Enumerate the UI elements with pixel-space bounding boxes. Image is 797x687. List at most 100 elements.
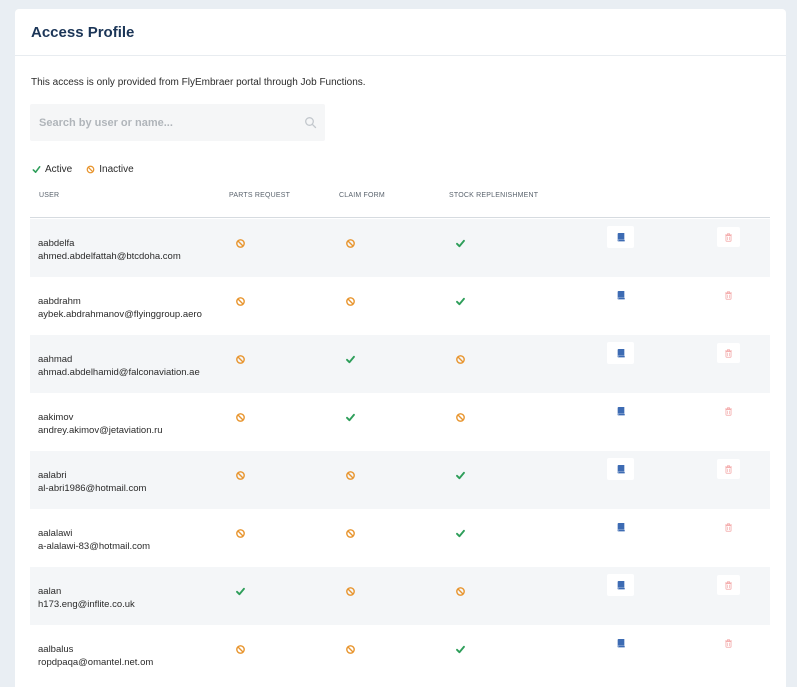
parts-request-status-check-icon [235,584,246,596]
user-cell: aabdrahm aybek.abdrahmanov@flyinggroup.ae… [38,295,202,321]
delete-button[interactable] [717,633,740,653]
delete-button[interactable] [717,343,740,363]
parts-request-status-ban-icon [235,352,246,364]
username: aakimov [38,412,74,423]
trash-icon [724,464,733,474]
access-profile-card: Access Profile This access is only provi… [15,9,786,687]
parts-request-status-ban-icon [235,526,246,538]
user-email: ahmad.abdelhamid@falconaviation.ae [38,367,200,378]
table-row: aabdrahm aybek.abdrahmanov@flyinggroup.ae… [30,277,770,335]
legend-inactive: Inactive [86,164,134,175]
column-header-user: USER [39,192,60,199]
parts-request-status-ban-icon [235,236,246,248]
user-cell: aahmad ahmad.abdelhamid@falconaviation.ae [38,353,200,379]
user-email: al-abri1986@hotmail.com [38,483,147,494]
table-row: aabdelfa ahmed.abdelfattah@btcdoha.com [30,219,770,277]
delete-button[interactable] [717,575,740,595]
user-email: ahmed.abdelfattah@btcdoha.com [38,251,181,262]
user-email: h173.eng@inflite.co.uk [38,599,135,610]
claim-form-status-check-icon [345,410,356,422]
search-icon[interactable] [304,116,317,129]
table-row: aalan h173.eng@inflite.co.uk [30,567,770,625]
table-row: aahmad ahmad.abdelhamid@falconaviation.ae [30,335,770,393]
claim-form-status-check-icon [345,352,356,364]
user-cell: aalbalus ropdpaqa@omantel.net.om [38,643,153,669]
edit-button[interactable] [607,632,634,654]
claim-form-status-ban-icon [345,526,356,538]
book-icon [616,232,626,242]
delete-button[interactable] [717,285,740,305]
stock-replenishment-status-check-icon [455,526,466,538]
trash-icon [724,580,733,590]
book-icon [616,348,626,358]
trash-icon [724,348,733,358]
username: aabdrahm [38,296,81,307]
column-header-parts-request: PARTS REQUEST [229,192,291,199]
edit-button[interactable] [607,342,634,364]
book-icon [616,406,626,416]
username: aabdelfa [38,238,75,249]
delete-button[interactable] [717,517,740,537]
edit-button[interactable] [607,516,634,538]
page-title: Access Profile [31,24,135,41]
claim-form-status-ban-icon [345,642,356,654]
trash-icon [724,232,733,242]
claim-form-status-ban-icon [345,236,356,248]
stock-replenishment-status-ban-icon [455,352,466,364]
user-email: a-alalawi-83@hotmail.com [38,541,151,552]
delete-button[interactable] [717,459,740,479]
book-icon [616,638,626,648]
claim-form-status-ban-icon [345,468,356,480]
table-row: aalabri al-abri1986@hotmail.com [30,451,770,509]
parts-request-status-ban-icon [235,294,246,306]
search-box [30,104,325,141]
user-cell: aalabri al-abri1986@hotmail.com [38,469,146,495]
card-header: Access Profile [15,9,786,56]
book-icon [616,464,626,474]
column-header-claim-form: CLAIM FORM [339,192,385,199]
edit-button[interactable] [607,574,634,596]
edit-button[interactable] [607,458,634,480]
trash-icon [724,638,733,648]
parts-request-status-ban-icon [235,410,246,422]
username: aalalawi [38,528,73,539]
edit-button[interactable] [607,400,634,422]
ban-icon [86,165,95,174]
user-cell: aakimov andrey.akimov@jetaviation.ru [38,411,163,437]
user-table-body: aabdelfa ahmed.abdelfattah@btcdoha.com aab… [30,219,770,683]
search-input[interactable] [30,104,290,141]
table-header: USER PARTS REQUEST CLAIM FORM STOCK REPL… [30,187,770,218]
claim-form-status-ban-icon [345,294,356,306]
user-email: aybek.abdrahmanov@flyinggroup.aero [38,309,202,320]
stock-replenishment-status-ban-icon [455,410,466,422]
username: aalan [38,586,62,597]
user-cell: aalan h173.eng@inflite.co.uk [38,585,135,611]
check-icon [32,165,41,174]
trash-icon [724,406,733,416]
stock-replenishment-status-check-icon [455,294,466,306]
user-cell: aabdelfa ahmed.abdelfattah@btcdoha.com [38,237,181,263]
table-row: aalalawi a-alalawi-83@hotmail.com [30,509,770,567]
parts-request-status-ban-icon [235,642,246,654]
delete-button[interactable] [717,227,740,247]
edit-button[interactable] [607,226,634,248]
book-icon [616,522,626,532]
username: aalbalus [38,644,74,655]
info-text: This access is only provided from FlyEmb… [31,77,366,88]
edit-button[interactable] [607,284,634,306]
trash-icon [724,290,733,300]
legend-inactive-label: Inactive [99,164,134,175]
table-row: aakimov andrey.akimov@jetaviation.ru [30,393,770,451]
book-icon [616,290,626,300]
user-email: andrey.akimov@jetaviation.ru [38,425,163,436]
stock-replenishment-status-check-icon [455,642,466,654]
username: aalabri [38,470,67,481]
trash-icon [724,522,733,532]
legend-active-label: Active [45,164,73,175]
user-cell: aalalawi a-alalawi-83@hotmail.com [38,527,150,553]
status-legend: Active Inactive [32,164,148,175]
parts-request-status-ban-icon [235,468,246,480]
table-row: aalbalus ropdpaqa@omantel.net.om [30,625,770,683]
column-header-stock-replenishment: STOCK REPLENISHMENT [449,192,539,199]
delete-button[interactable] [717,401,740,421]
